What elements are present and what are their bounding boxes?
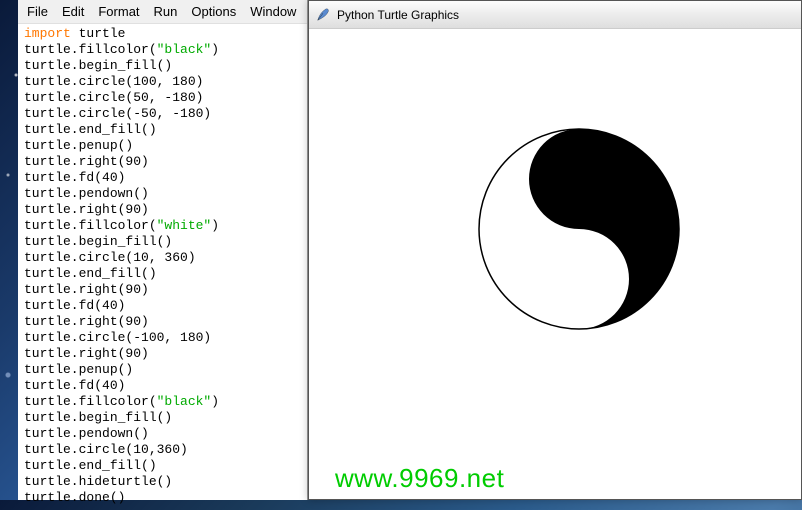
code-line: import turtle [24,26,303,42]
menu-window[interactable]: Window [243,2,303,21]
code-line: turtle.fd(40) [24,298,303,314]
titlebar[interactable]: Python Turtle Graphics [309,1,801,29]
code-editor[interactable]: import turtleturtle.fillcolor("black")tu… [18,24,307,510]
code-line: turtle.penup() [24,138,303,154]
menu-options[interactable]: Options [184,2,243,21]
code-line: turtle.pendown() [24,186,303,202]
watermark-text: www.9969.net [335,463,504,494]
menu-file[interactable]: File [20,2,55,21]
code-line: turtle.circle(50, -180) [24,90,303,106]
code-line: turtle.done() [24,490,303,506]
yinyang-drawing [459,109,699,349]
code-line: turtle.right(90) [24,282,303,298]
menubar: File Edit Format Run Options Window [18,0,307,24]
code-line: turtle.begin_fill() [24,410,303,426]
turtle-canvas [309,29,801,499]
code-line: turtle.end_fill() [24,458,303,474]
code-line: turtle.right(90) [24,202,303,218]
code-line: turtle.pendown() [24,426,303,442]
menu-edit[interactable]: Edit [55,2,91,21]
code-line: turtle.right(90) [24,314,303,330]
code-line: turtle.fd(40) [24,170,303,186]
menu-format[interactable]: Format [91,2,146,21]
menu-run[interactable]: Run [147,2,185,21]
code-line: turtle.hideturtle() [24,474,303,490]
code-line: turtle.circle(-50, -180) [24,106,303,122]
code-line: turtle.fillcolor("white") [24,218,303,234]
code-line: turtle.circle(10, 360) [24,250,303,266]
code-editor-window: File Edit Format Run Options Window impo… [18,0,308,500]
code-line: turtle.fd(40) [24,378,303,394]
code-line: turtle.end_fill() [24,122,303,138]
window-title: Python Turtle Graphics [337,8,459,22]
code-line: turtle.penup() [24,362,303,378]
code-line: turtle.circle(100, 180) [24,74,303,90]
code-line: turtle.begin_fill() [24,58,303,74]
code-line: turtle.circle(10,360) [24,442,303,458]
code-line: turtle.fillcolor("black") [24,42,303,58]
code-line: turtle.begin_fill() [24,234,303,250]
code-line: turtle.right(90) [24,154,303,170]
feather-icon [315,7,331,23]
code-line: turtle.fillcolor("black") [24,394,303,410]
code-line: turtle.right(90) [24,346,303,362]
code-line: turtle.end_fill() [24,266,303,282]
turtle-graphics-window: Python Turtle Graphics [308,0,802,500]
code-line: turtle.circle(-100, 180) [24,330,303,346]
